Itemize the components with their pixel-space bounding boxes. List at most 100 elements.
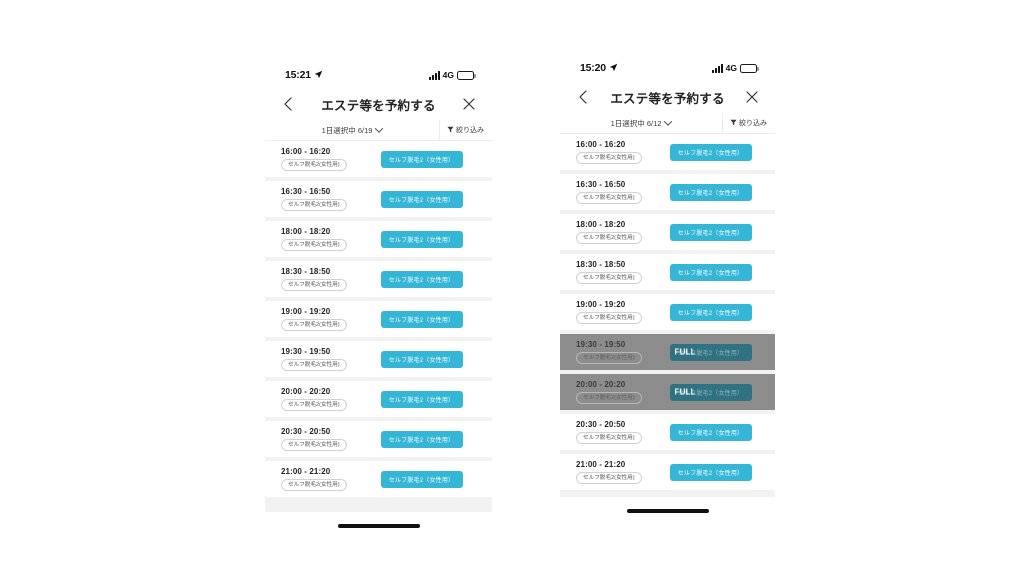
reserve-button-label: セルフ脱毛2（女性用） bbox=[677, 430, 744, 437]
slot-row[interactable]: 19:30 - 19:50 セルフ脱毛2(女性用) セルフ脱毛2（女性用） bbox=[265, 341, 492, 377]
slot-action: セルフ脱毛2（女性用） bbox=[361, 150, 482, 168]
network-type-label: 4G bbox=[442, 70, 454, 80]
date-selector[interactable]: 1日選択中 6/19 bbox=[265, 124, 439, 136]
slot-row[interactable]: 18:30 - 18:50 セルフ脱毛2(女性用) セルフ脱毛2（女性用） bbox=[265, 261, 492, 297]
slot-row[interactable]: 20:00 - 20:20 セルフ脱毛2(女性用) セルフ脱毛2（女性用） FULL bbox=[560, 374, 775, 410]
reserve-button[interactable]: セルフ脱毛2（女性用） bbox=[380, 270, 463, 288]
reserve-button-full: セルフ脱毛2（女性用） FULL bbox=[669, 383, 752, 401]
slot-menu-chip: セルフ脱毛2(女性用) bbox=[576, 352, 642, 364]
slot-time-label: 19:30 - 19:50 bbox=[576, 340, 626, 350]
reserve-button-label: セルフ脱毛2（女性用） bbox=[388, 437, 455, 444]
slot-row[interactable]: 19:00 - 19:20 セルフ脱毛2(女性用) セルフ脱毛2（女性用） bbox=[265, 301, 492, 337]
reserve-button-label: セルフ脱毛2（女性用） bbox=[388, 197, 455, 204]
slot-info: 16:00 - 16:20 セルフ脱毛2(女性用) bbox=[570, 140, 656, 164]
status-bar-left: 15:20 bbox=[580, 59, 618, 77]
slot-row[interactable]: 20:30 - 20:50 セルフ脱毛2(女性用) セルフ脱毛2（女性用） bbox=[560, 414, 775, 450]
funnel-icon bbox=[447, 126, 454, 135]
slot-action: セルフ脱毛2（女性用） bbox=[361, 470, 482, 488]
home-indicator-area bbox=[265, 512, 492, 540]
slot-menu-chip: セルフ脱毛2(女性用) bbox=[281, 279, 347, 291]
reserve-button[interactable]: セルフ脱毛2（女性用） bbox=[380, 390, 463, 408]
slot-list-right[interactable]: 16:00 - 16:20 セルフ脱毛2(女性用) セルフ脱毛2（女性用） 16:30… bbox=[560, 134, 775, 497]
back-button[interactable] bbox=[279, 95, 297, 113]
slot-time-label: 20:00 - 20:20 bbox=[281, 387, 331, 397]
slot-row[interactable]: 18:30 - 18:50 セルフ脱毛2(女性用) セルフ脱毛2（女性用） bbox=[560, 254, 775, 290]
reserve-button[interactable]: セルフ脱毛2（女性用） bbox=[380, 150, 463, 168]
home-indicator bbox=[626, 509, 709, 513]
slot-time-label: 18:30 - 18:50 bbox=[281, 267, 331, 277]
reserve-button-label: セルフ脱毛2（女性用） bbox=[677, 310, 744, 317]
funnel-icon bbox=[730, 119, 737, 128]
slot-time-label: 20:30 - 20:50 bbox=[576, 420, 626, 430]
slot-action: セルフ脱毛2（女性用） bbox=[361, 310, 482, 328]
slot-time-label: 21:00 - 21:20 bbox=[576, 460, 626, 470]
slot-menu-chip: セルフ脱毛2(女性用) bbox=[281, 239, 347, 251]
status-bar: 15:20 4G bbox=[560, 55, 775, 81]
filter-button[interactable]: 絞り込み bbox=[722, 113, 775, 133]
slot-row[interactable]: 19:30 - 19:50 セルフ脱毛2(女性用) セルフ脱毛2（女性用） FULL bbox=[560, 334, 775, 370]
status-bar-right: 4G bbox=[429, 70, 476, 80]
slot-info: 21:00 - 21:20 セルフ脱毛2(女性用) bbox=[570, 460, 656, 484]
slot-row[interactable]: 21:00 - 21:20 セルフ脱毛2(女性用) セルフ脱毛2（女性用） bbox=[265, 461, 492, 497]
slot-action: セルフ脱毛2（女性用） bbox=[361, 390, 482, 408]
navigation-bar: エステ等を予約する bbox=[265, 88, 492, 120]
reserve-button[interactable]: セルフ脱毛2（女性用） bbox=[669, 463, 752, 481]
slot-time-label: 21:00 - 21:20 bbox=[281, 467, 331, 477]
slot-info: 20:30 - 20:50 セルフ脱毛2(女性用) bbox=[275, 427, 361, 451]
slot-info: 16:30 - 16:50 セルフ脱毛2(女性用) bbox=[275, 187, 361, 211]
slot-action: セルフ脱毛2（女性用） bbox=[656, 223, 765, 241]
reserve-button[interactable]: セルフ脱毛2（女性用） bbox=[380, 190, 463, 208]
reserve-button[interactable]: セルフ脱毛2（女性用） bbox=[380, 230, 463, 248]
reserve-button[interactable]: セルフ脱毛2（女性用） bbox=[669, 143, 752, 161]
reserve-button[interactable]: セルフ脱毛2（女性用） bbox=[669, 263, 752, 281]
reserve-button[interactable]: セルフ脱毛2（女性用） bbox=[669, 183, 752, 201]
slot-menu-chip: セルフ脱毛2(女性用) bbox=[281, 199, 347, 211]
slot-row[interactable]: 16:00 - 16:20 セルフ脱毛2(女性用) セルフ脱毛2（女性用） bbox=[265, 141, 492, 177]
status-time: 15:20 bbox=[580, 62, 606, 74]
full-badge: FULL bbox=[674, 347, 696, 357]
slot-time-label: 19:00 - 19:20 bbox=[281, 307, 331, 317]
battery-icon bbox=[740, 63, 759, 73]
network-type-label: 4G bbox=[725, 63, 737, 73]
slot-row[interactable]: 16:30 - 16:50 セルフ脱毛2(女性用) セルフ脱毛2（女性用） bbox=[265, 181, 492, 217]
reserve-button[interactable]: セルフ脱毛2（女性用） bbox=[380, 310, 463, 328]
slot-action: セルフ脱毛2（女性用） bbox=[656, 263, 765, 281]
reserve-button[interactable]: セルフ脱毛2（女性用） bbox=[380, 350, 463, 368]
slot-row[interactable]: 16:00 - 16:20 セルフ脱毛2(女性用) セルフ脱毛2（女性用） bbox=[560, 134, 775, 170]
reserve-button[interactable]: セルフ脱毛2（女性用） bbox=[669, 223, 752, 241]
date-selector[interactable]: 1日選択中 6/12 bbox=[560, 117, 722, 129]
chevron-down-icon bbox=[664, 117, 673, 126]
slot-list-left[interactable]: 16:00 - 16:20 セルフ脱毛2(女性用) セルフ脱毛2（女性用） 16:30… bbox=[265, 141, 492, 512]
filter-button[interactable]: 絞り込み bbox=[439, 120, 492, 140]
slot-action: セルフ脱毛2（女性用） bbox=[656, 463, 765, 481]
slot-row[interactable]: 18:00 - 18:20 セルフ脱毛2(女性用) セルフ脱毛2（女性用） bbox=[560, 214, 775, 250]
slot-row[interactable]: 20:00 - 20:20 セルフ脱毛2(女性用) セルフ脱毛2（女性用） bbox=[265, 381, 492, 417]
slot-action: セルフ脱毛2（女性用） bbox=[656, 303, 765, 321]
slot-menu-chip: セルフ脱毛2(女性用) bbox=[576, 232, 642, 244]
filter-bar: 1日選択中 6/12 絞り込み bbox=[560, 113, 775, 134]
reserve-button-label: セルフ脱毛2（女性用） bbox=[677, 230, 744, 237]
slot-row[interactable]: 16:30 - 16:50 セルフ脱毛2(女性用) セルフ脱毛2（女性用） bbox=[560, 174, 775, 210]
slot-time-label: 18:00 - 18:20 bbox=[576, 220, 626, 230]
reserve-button[interactable]: セルフ脱毛2（女性用） bbox=[380, 430, 463, 448]
slot-row[interactable]: 18:00 - 18:20 セルフ脱毛2(女性用) セルフ脱毛2（女性用） bbox=[265, 221, 492, 257]
slot-row[interactable]: 19:00 - 19:20 セルフ脱毛2(女性用) セルフ脱毛2（女性用） bbox=[560, 294, 775, 330]
close-icon[interactable] bbox=[460, 95, 478, 113]
close-icon[interactable] bbox=[743, 88, 761, 106]
slot-menu-chip: セルフ脱毛2(女性用) bbox=[281, 319, 347, 331]
back-button[interactable] bbox=[574, 88, 592, 106]
slot-menu-chip: セルフ脱毛2(女性用) bbox=[576, 392, 642, 404]
slot-time-label: 16:30 - 16:50 bbox=[576, 180, 626, 190]
slot-row[interactable]: 20:30 - 20:50 セルフ脱毛2(女性用) セルフ脱毛2（女性用） bbox=[265, 421, 492, 457]
slot-action: セルフ脱毛2（女性用） bbox=[656, 143, 765, 161]
slot-menu-chip: セルフ脱毛2(女性用) bbox=[281, 399, 347, 411]
slot-info: 20:00 - 20:20 セルフ脱毛2(女性用) bbox=[570, 380, 656, 404]
reserve-button-label: セルフ脱毛2（女性用） bbox=[677, 270, 744, 277]
reserve-button[interactable]: セルフ脱毛2（女性用） bbox=[669, 423, 752, 441]
cellular-signal-icon bbox=[429, 70, 440, 80]
reserve-button[interactable]: セルフ脱毛2（女性用） bbox=[380, 470, 463, 488]
reserve-button[interactable]: セルフ脱毛2（女性用） bbox=[669, 303, 752, 321]
slot-row[interactable]: 21:00 - 21:20 セルフ脱毛2(女性用) セルフ脱毛2（女性用） bbox=[560, 454, 775, 490]
slot-info: 18:00 - 18:20 セルフ脱毛2(女性用) bbox=[275, 227, 361, 251]
slot-action: セルフ脱毛2（女性用） bbox=[656, 423, 765, 441]
